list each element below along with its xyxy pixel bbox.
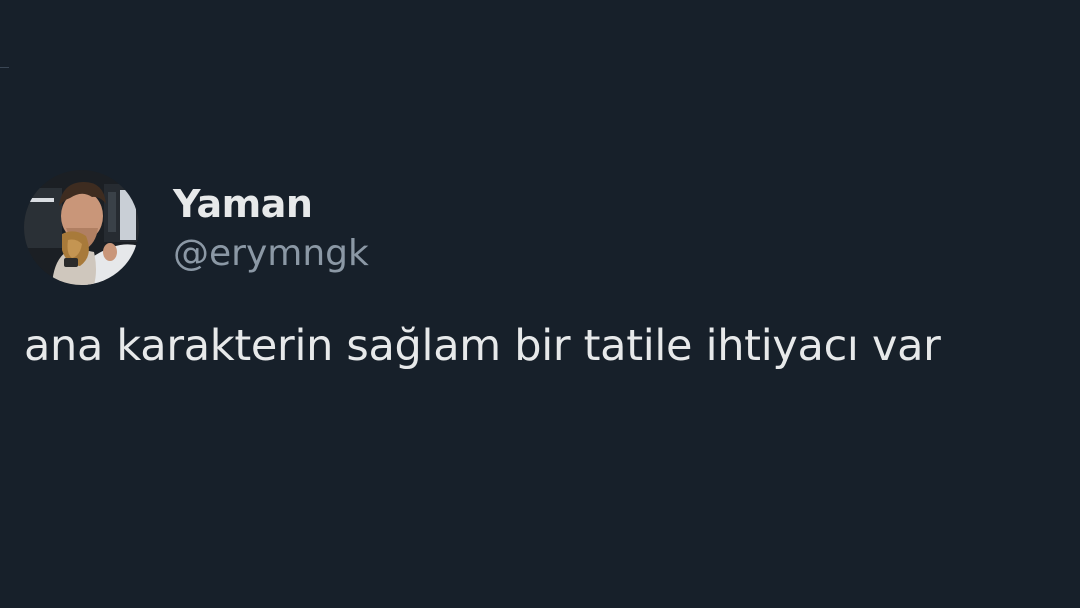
tweet-text: ana karakterin sağlam bir tatile ihtiyac…	[24, 321, 941, 371]
avatar[interactable]	[24, 170, 139, 285]
author-identity: Yaman @erymngk	[173, 181, 369, 279]
profile-photo-icon	[24, 170, 139, 285]
tweet-card: Yaman @erymngk ana karakterin sağlam bir…	[24, 170, 1064, 376]
username-handle[interactable]: @erymngk	[173, 229, 369, 279]
edge-divider	[0, 67, 9, 68]
display-name[interactable]: Yaman	[173, 181, 369, 227]
tweet-header: Yaman @erymngk	[24, 170, 1064, 285]
